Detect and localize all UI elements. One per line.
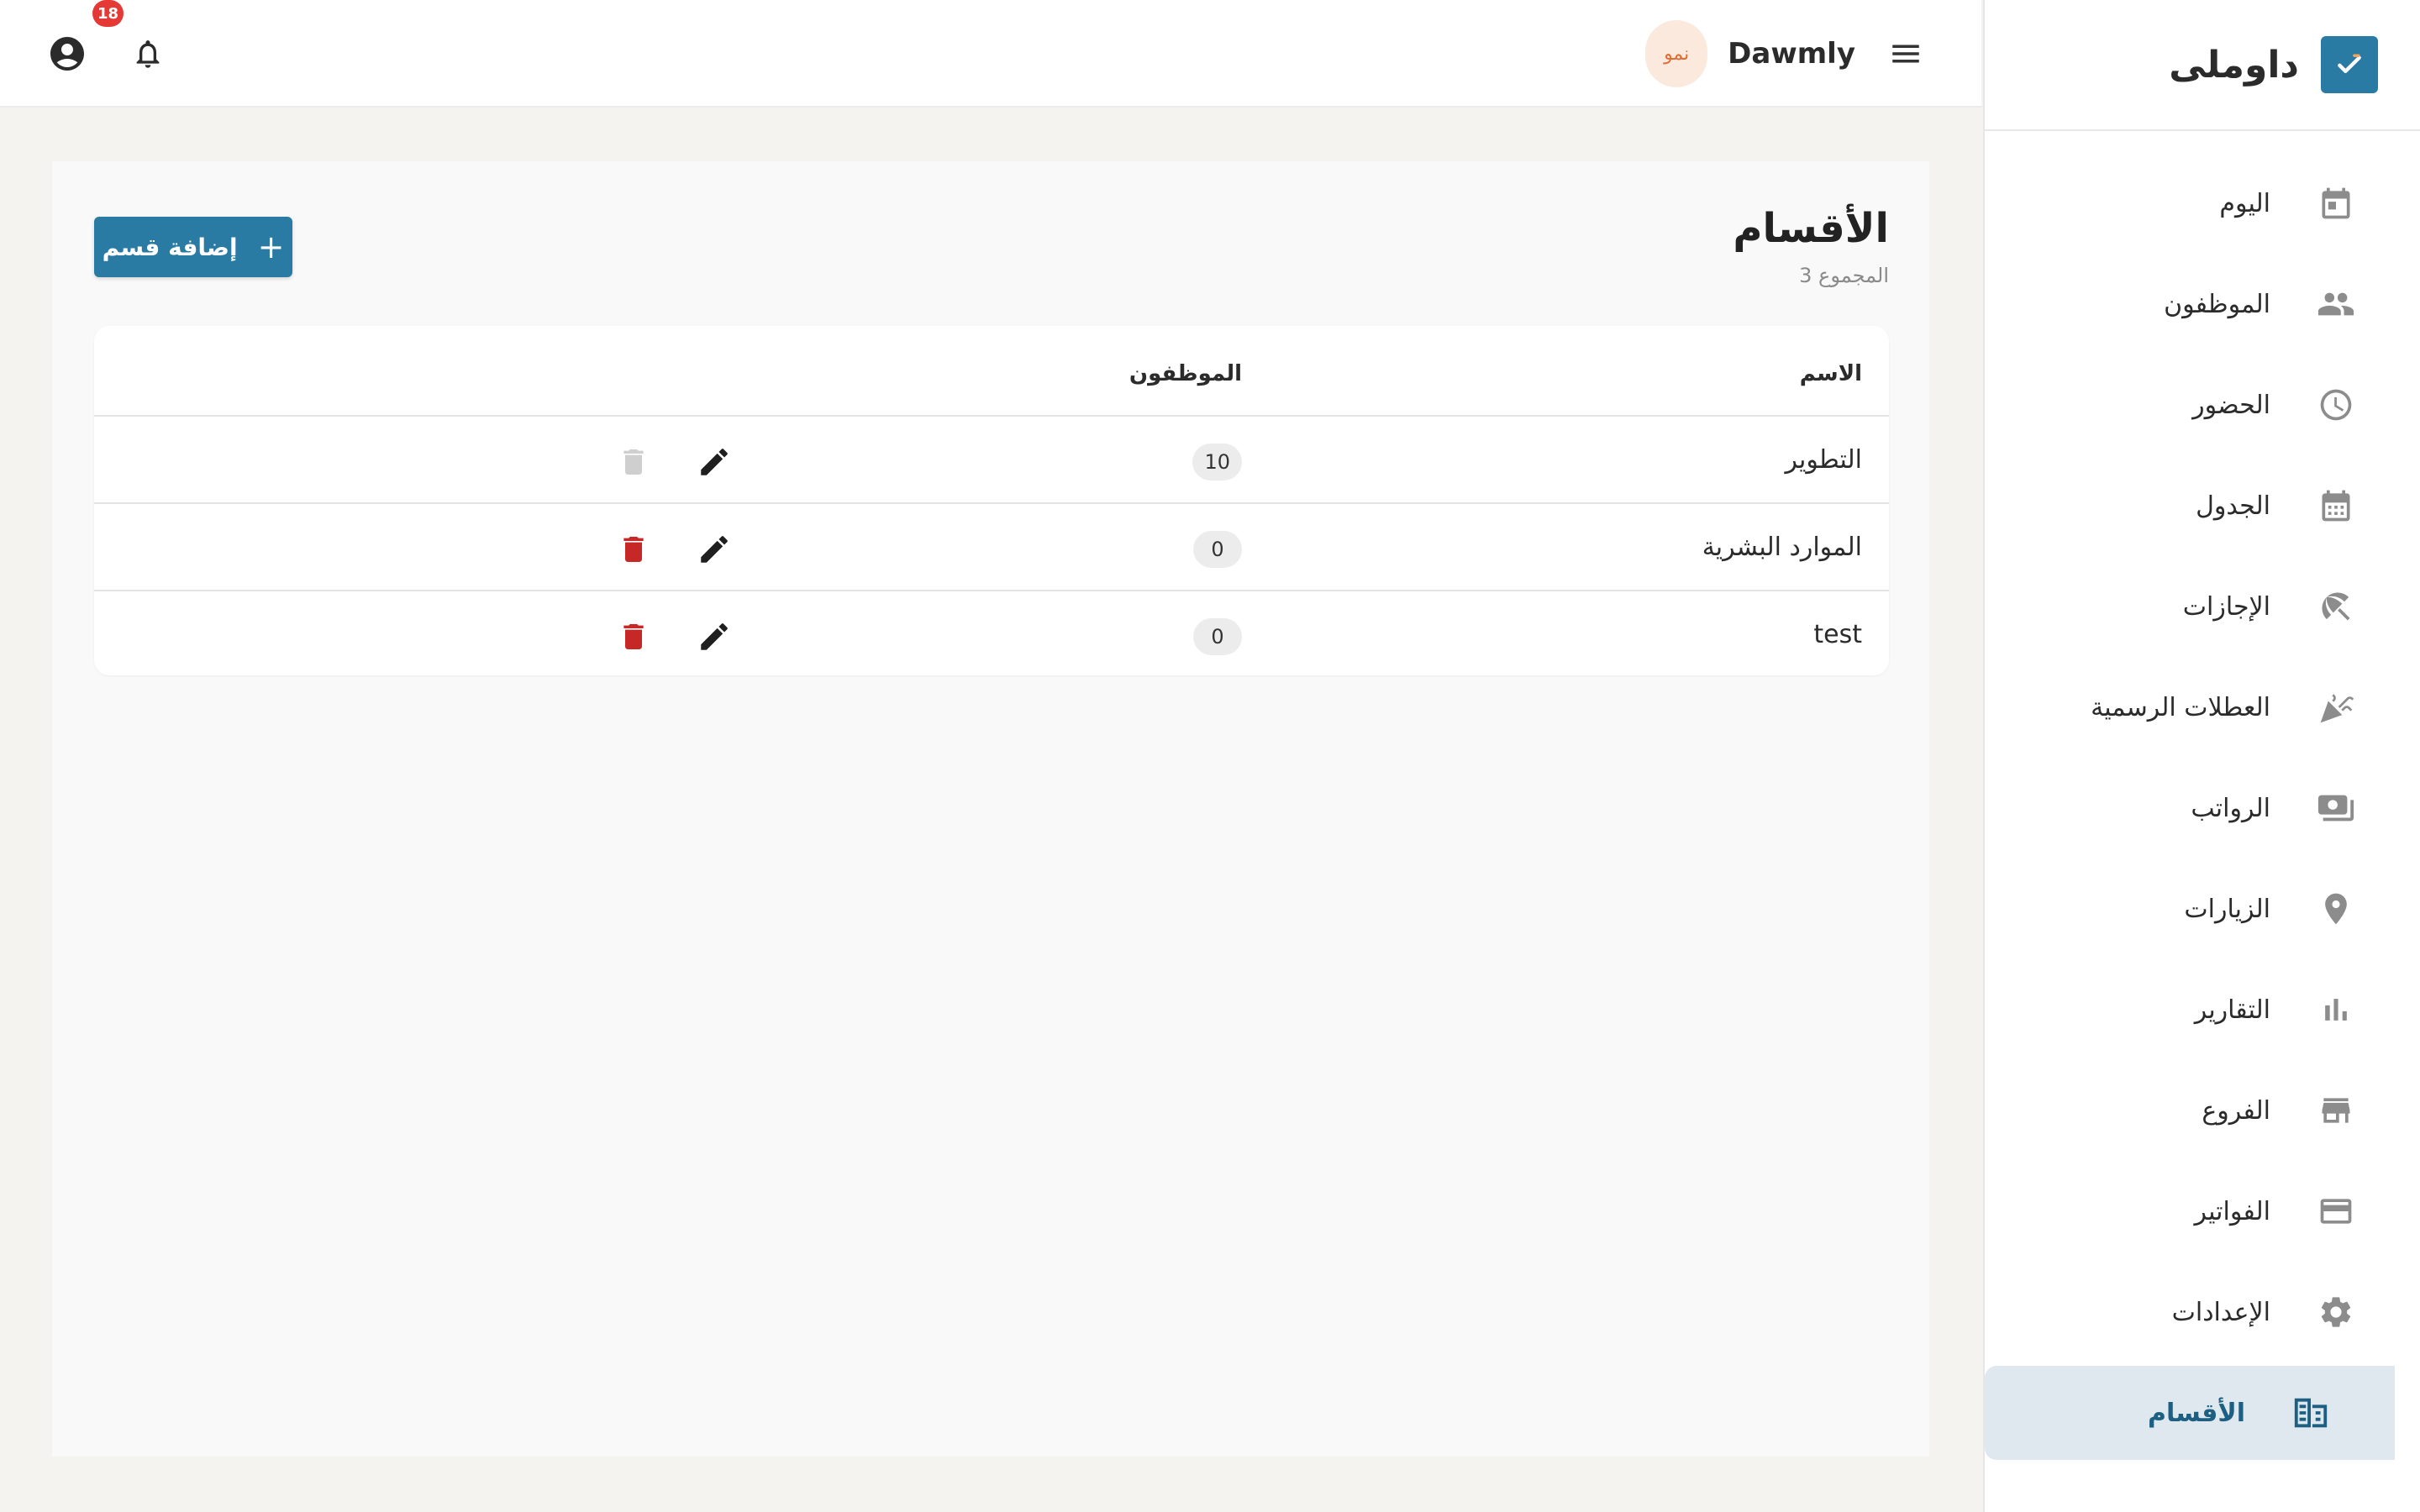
payments-icon — [2316, 788, 2356, 828]
brand: داوملى — [1985, 0, 2420, 131]
trash-icon — [623, 449, 644, 475]
table-row: الموارد البشرية 0 — [94, 504, 1889, 591]
sidebar-item-visits[interactable]: الزيارات — [1985, 862, 2393, 956]
sidebar-item-label: الحضور — [2192, 390, 2270, 420]
sidebar-item-label: الموظفون — [2164, 289, 2270, 319]
sidebar-item-label: الزيارات — [2184, 894, 2270, 924]
department-name: test — [1813, 620, 1862, 649]
sidebar-item-label: الرواتب — [2191, 793, 2270, 823]
hamburger-menu-icon — [1892, 45, 1919, 63]
sidebar-item-label: الجدول — [2196, 491, 2270, 521]
workspace-name: Dawmly — [1728, 37, 1855, 71]
sidebar-item-holidays[interactable]: العطلات الرسمية — [1985, 660, 2393, 754]
credit-card-icon — [2316, 1191, 2356, 1231]
notifications-button[interactable] — [128, 34, 168, 74]
notification-count-badge: 18 — [92, 0, 124, 27]
department-name: التطوير — [1785, 445, 1862, 475]
delete-button[interactable] — [613, 529, 654, 570]
sidebar-nav: اليوم الموظفون الحضور الجدول الإجازات ال… — [1985, 131, 2420, 1460]
pencil-icon — [701, 536, 728, 563]
edit-button[interactable] — [694, 442, 734, 482]
calendar-grid-icon — [2316, 486, 2356, 526]
table-row: test 0 — [94, 591, 1889, 675]
add-department-label: إضافة قسم — [102, 233, 238, 261]
location-pin-icon — [2316, 889, 2356, 929]
department-name: الموارد البشرية — [1702, 533, 1862, 562]
sidebar-item-employees[interactable]: الموظفون — [1985, 257, 2393, 351]
today-calendar-icon — [2316, 183, 2356, 223]
sidebar-item-branches[interactable]: الفروع — [1985, 1063, 2393, 1158]
workspace-switcher[interactable]: Dawmly نمو — [1645, 20, 1855, 87]
clock-icon — [2316, 385, 2356, 425]
page-title: الأقسام — [1733, 205, 1889, 252]
column-header-name: الاسم — [1799, 361, 1862, 386]
employee-count-chip: 10 — [1192, 444, 1242, 480]
pencil-icon — [701, 449, 728, 475]
plus-icon: + — [257, 228, 285, 265]
menu-button[interactable] — [1886, 34, 1926, 74]
total-count-subtitle: 3 المجموع — [1799, 264, 1889, 287]
sidebar-item-departments[interactable]: الأقسام — [1985, 1366, 2395, 1460]
store-icon — [2316, 1090, 2356, 1131]
sidebar-item-label: الإعدادات — [2171, 1297, 2270, 1327]
sidebar-item-leaves[interactable]: الإجازات — [1985, 559, 2393, 654]
celebration-icon — [2316, 687, 2356, 727]
brand-name: داوملى — [2169, 43, 2299, 87]
sidebar-item-attendance[interactable]: الحضور — [1985, 358, 2393, 452]
sidebar: داوملى اليوم الموظفون الحضور الجدول الإج… — [1983, 0, 2420, 1512]
departments-panel: الأقسام 3 المجموع + إضافة قسم الاسم المو… — [52, 161, 1929, 1457]
sidebar-item-label: الإجازات — [2182, 591, 2270, 622]
sidebar-item-settings[interactable]: الإعدادات — [1985, 1265, 2393, 1359]
edit-button[interactable] — [694, 529, 734, 570]
pencil-icon — [701, 623, 728, 650]
sidebar-item-payroll[interactable]: الرواتب — [1985, 761, 2393, 855]
departments-table: الاسم الموظفون التطوير 10 الموارد البشري… — [94, 326, 1889, 675]
account-circle-icon — [50, 37, 84, 71]
departments-icon — [2291, 1393, 2331, 1433]
trash-icon — [623, 624, 644, 649]
sidebar-item-label: الفروع — [2202, 1095, 2270, 1126]
account-button[interactable] — [45, 32, 89, 76]
people-icon — [2316, 284, 2356, 324]
sidebar-item-reports[interactable]: التقارير — [1985, 963, 2393, 1057]
sidebar-item-label: اليوم — [2219, 188, 2270, 218]
sidebar-item-label: العطلات الرسمية — [2091, 692, 2270, 722]
table-header: الاسم الموظفون — [94, 326, 1889, 417]
delete-button[interactable] — [613, 617, 654, 657]
trash-icon — [623, 537, 644, 562]
column-header-employees: الموظفون — [1128, 361, 1242, 386]
brand-logo-icon — [2321, 36, 2378, 93]
sidebar-item-label: الأقسام — [2147, 1398, 2245, 1428]
sidebar-item-label: التقارير — [2194, 995, 2270, 1025]
sidebar-item-schedule[interactable]: الجدول — [1985, 459, 2393, 553]
beach-umbrella-icon — [2316, 586, 2356, 627]
sidebar-item-today[interactable]: اليوم — [1985, 156, 2393, 250]
top-bar: Dawmly نمو 18 — [0, 0, 1981, 108]
table-row: التطوير 10 — [94, 417, 1889, 504]
delete-button-disabled[interactable] — [613, 442, 654, 482]
employee-count-chip: 0 — [1193, 618, 1242, 655]
edit-button[interactable] — [694, 617, 734, 657]
bar-chart-icon — [2316, 990, 2356, 1030]
sidebar-item-label: الفواتير — [2194, 1196, 2270, 1226]
bell-icon — [136, 40, 160, 68]
employee-count-chip: 0 — [1193, 531, 1242, 568]
sidebar-item-invoices[interactable]: الفواتير — [1985, 1164, 2393, 1258]
workspace-avatar: نمو — [1645, 20, 1708, 87]
gear-icon — [2316, 1292, 2356, 1332]
add-department-button[interactable]: + إضافة قسم — [94, 217, 292, 277]
